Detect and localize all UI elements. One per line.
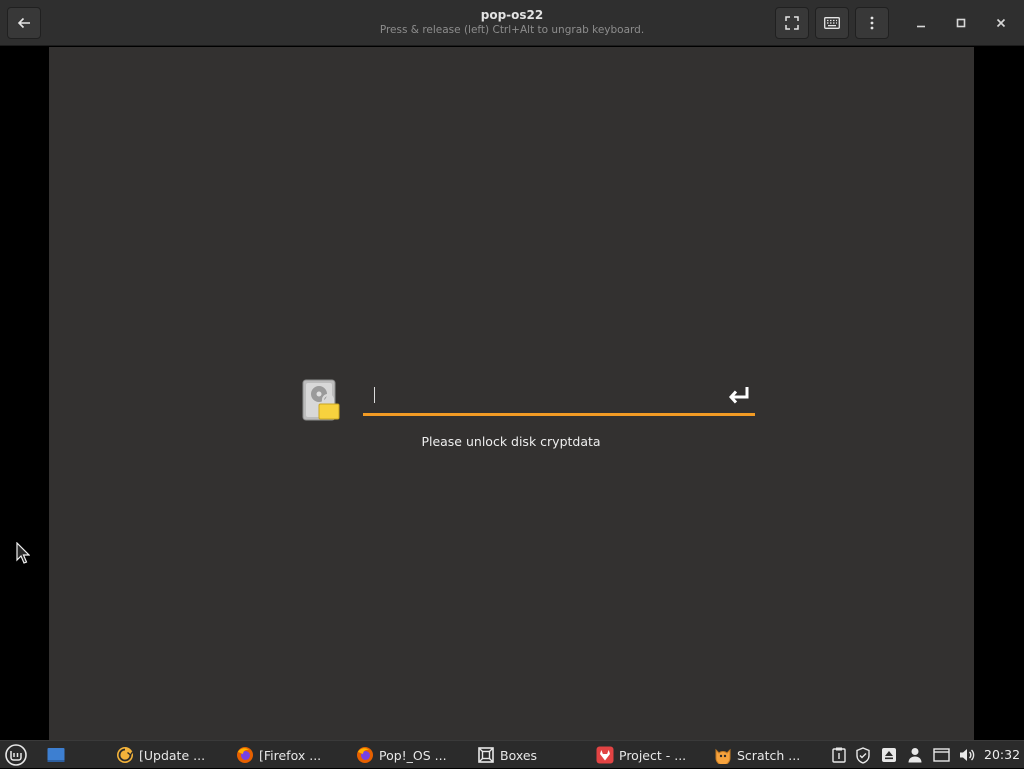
taskbar-item-label: Pop!_OS ... (379, 747, 447, 763)
window-titles: pop-os22 Press & release (left) Ctrl+Alt… (262, 8, 762, 37)
firefox-icon (236, 746, 254, 764)
taskbar-item-label: [Update ... (139, 747, 206, 763)
vm-display[interactable]: Please unlock disk cryptdata (49, 47, 974, 740)
close-icon (996, 18, 1006, 28)
taskbar-item-label: Project - ... (619, 747, 687, 763)
window-subtitle: Press & release (left) Ctrl+Alt to ungra… (379, 24, 645, 36)
taskbar-item[interactable]: [Firefox ... (236, 741, 321, 769)
gitlab-icon (596, 746, 614, 764)
show-desktop-button[interactable] (47, 741, 70, 769)
start-menu-button[interactable] (5, 741, 32, 769)
unlock-message: Please unlock disk cryptdata (421, 434, 601, 449)
minimize-button[interactable] (910, 12, 932, 34)
taskbar: [Update ... [Firefox ... Pop!_OS ... Box… (0, 740, 1024, 768)
update-manager-icon (116, 746, 134, 764)
back-button[interactable] (7, 7, 41, 39)
scratch-icon (714, 746, 732, 764)
maximize-icon (956, 18, 966, 28)
header-bar: pop-os22 Press & release (left) Ctrl+Alt… (0, 0, 1024, 46)
taskbar-item-label: Boxes (500, 747, 538, 763)
maximize-button[interactable] (950, 12, 972, 34)
arrow-left-icon (17, 17, 30, 29)
taskbar-item[interactable]: Boxes (477, 741, 537, 769)
taskbar-item[interactable]: Scratch ... (714, 741, 800, 769)
fullscreen-icon (785, 16, 799, 30)
passphrase-input[interactable] (363, 378, 755, 416)
keyboard-icon (824, 17, 840, 29)
user-icon[interactable] (906, 746, 924, 764)
shield-icon[interactable] (854, 746, 872, 764)
encrypted-disk-icon (302, 377, 342, 422)
display-icon[interactable] (932, 746, 950, 764)
taskbar-item[interactable]: Pop!_OS ... (356, 741, 447, 769)
window-title: pop-os22 (480, 8, 544, 22)
firefox-icon (356, 746, 374, 764)
clipboard-icon[interactable] (830, 746, 848, 764)
eject-icon[interactable] (880, 746, 898, 764)
enter-icon[interactable] (727, 383, 753, 407)
taskbar-item[interactable]: [Update ... (116, 741, 205, 769)
taskbar-item-label: [Firefox ... (259, 747, 322, 763)
clock[interactable]: 20:32 (984, 741, 1020, 769)
menu-button[interactable] (855, 7, 889, 39)
vertical-dots-icon (870, 16, 874, 30)
mint-menu-icon (5, 744, 27, 766)
desktop-icon (47, 746, 65, 764)
volume-icon[interactable] (958, 746, 976, 764)
taskbar-item-label: Scratch ... (737, 747, 801, 763)
close-button[interactable] (990, 12, 1012, 34)
boxes-icon (477, 746, 495, 764)
mouse-pointer-icon (16, 541, 31, 564)
text-caret (374, 387, 375, 403)
keyboard-button[interactable] (815, 7, 849, 39)
fullscreen-button[interactable] (775, 7, 809, 39)
minimize-icon (917, 25, 925, 28)
taskbar-item[interactable]: Project - ... (596, 741, 686, 769)
